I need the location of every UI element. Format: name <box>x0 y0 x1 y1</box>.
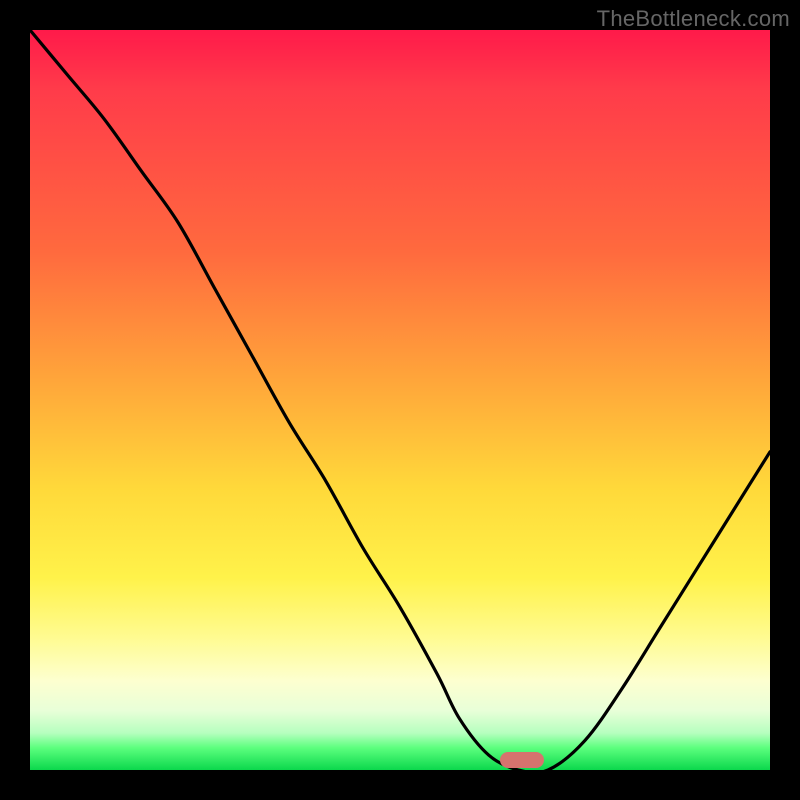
curve-path <box>30 30 770 770</box>
plot-area <box>30 30 770 770</box>
bottleneck-curve <box>30 30 770 770</box>
chart-frame: TheBottleneck.com <box>0 0 800 800</box>
watermark-text: TheBottleneck.com <box>597 6 790 32</box>
optimal-point-marker <box>500 752 544 768</box>
